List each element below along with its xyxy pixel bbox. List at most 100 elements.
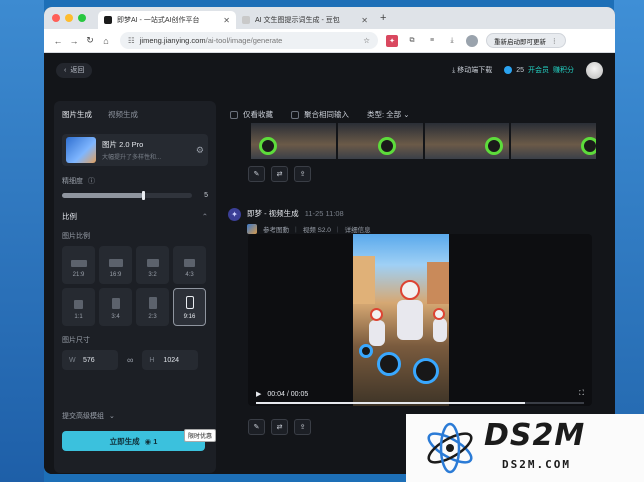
watermark-subtitle: DS2M.COM [502, 458, 571, 471]
ratio-section-header[interactable]: 比例 ⌃ [54, 211, 216, 222]
home-icon[interactable]: ⌂ [98, 36, 114, 46]
details-link[interactable]: 详细信息 [345, 224, 371, 234]
aspect-ratio-icon [74, 300, 83, 309]
merge-same-input-checkbox[interactable]: 聚合相同输入 [291, 109, 349, 120]
close-tab-icon[interactable]: ✕ [223, 16, 230, 25]
mobile-download-link[interactable]: ⤓ 移动端下载 [452, 65, 492, 75]
generate-cost-value: 1 [153, 436, 158, 446]
aspect-ratio-icon [70, 260, 87, 267]
close-tab-icon[interactable]: ✕ [361, 16, 368, 25]
checkbox-box [230, 110, 238, 119]
credit-coin-icon [504, 66, 513, 74]
media-controls-icon[interactable]: ≡ [426, 35, 438, 47]
ratio-option-21-9[interactable]: 21:9 [62, 246, 95, 284]
reload-icon[interactable]: ↻ [82, 35, 98, 46]
regenerate-icon[interactable]: ⇄ [271, 419, 288, 435]
ratio-option-label: 9:16 [183, 314, 196, 320]
credits-display[interactable]: 25 开会员 赚积分 [504, 65, 574, 75]
aspect-ratio-icon [108, 259, 123, 267]
helmet-graphic [370, 308, 383, 321]
video-player[interactable]: ▶ 00:04 / 00:05 ⛶ [248, 234, 592, 406]
download-icon[interactable]: ⤓ [446, 35, 458, 47]
reference-image-label[interactable]: 参考图動 [263, 224, 289, 234]
previous-result-actions: ✎ ⇄ ⇪ [248, 166, 311, 182]
mode-tabs: 图片生成 视频生成 [54, 101, 216, 120]
membership-link[interactable]: 开会员 [528, 65, 549, 75]
edit-pencil-icon[interactable]: ✎ [248, 166, 265, 182]
ratio-option-label: 3:4 [111, 314, 120, 320]
bookmark-star-icon[interactable]: ☆ [363, 36, 370, 45]
ratio-option-9-16[interactable]: 9:16 [173, 288, 206, 326]
height-value: 1024 [163, 356, 179, 364]
profile-avatar-icon[interactable] [466, 34, 478, 47]
ratio-option-2-3[interactable]: 2:3 [136, 288, 169, 326]
width-value: 576 [83, 356, 95, 364]
info-icon[interactable]: ⓘ [88, 178, 95, 185]
new-tab-icon[interactable]: + [380, 12, 386, 24]
tab-label: 即梦AI - 一站式AI创作平台 [117, 17, 200, 24]
tab-doubao[interactable]: AI 文生图提示词生成 - 豆包 ✕ [236, 11, 374, 29]
divider: | [336, 225, 339, 233]
advanced-toggle[interactable]: 提交高级模组 ⌄ [54, 411, 123, 421]
helmet-graphic [400, 280, 420, 300]
generate-cost: ◉ 1 [145, 437, 158, 446]
aspect-ratio-icon [111, 298, 120, 309]
tab-jimeng[interactable]: 即梦AI - 一站式AI创作平台 ✕ [98, 11, 236, 29]
reference-image-thumbnail[interactable] [247, 224, 257, 234]
ratio-option-1-1[interactable]: 1:1 [62, 288, 95, 326]
height-input[interactable]: H 1024 [142, 350, 199, 370]
favorites-only-checkbox[interactable]: 仅看收藏 [230, 109, 273, 120]
export-upload-icon[interactable]: ⇪ [294, 166, 311, 182]
tab-image-generation[interactable]: 图片生成 [62, 109, 92, 120]
back-button[interactable]: ‹ 返回 [56, 62, 93, 78]
ratio-option-3-2[interactable]: 3:2 [136, 246, 169, 284]
type-filter-dropdown[interactable]: 类型: 全部 ⌄ [367, 109, 410, 120]
atom-logo-icon [427, 422, 473, 474]
play-icon[interactable]: ▶ [256, 390, 261, 398]
ratio-option-4-3[interactable]: 4:3 [173, 246, 206, 284]
model-selector[interactable]: 图片 2.0 Pro 大幅提升了多样性和... ⚙ [62, 134, 208, 166]
minimize-window-button[interactable] [65, 14, 73, 22]
jimeng-favicon-icon [104, 16, 112, 24]
wheel-graphic [377, 137, 396, 155]
width-input[interactable]: W 576 [62, 350, 118, 370]
earn-points-link[interactable]: 赚积分 [553, 65, 574, 75]
close-window-button[interactable] [52, 14, 60, 22]
video-progress-fill [256, 402, 525, 404]
extension-red-icon[interactable]: ✦ [386, 34, 398, 47]
forward-arrow-icon[interactable]: → [66, 36, 82, 46]
link-ratio-icon[interactable]: ∞ [127, 355, 133, 365]
settings-sliders-icon[interactable]: ⚙ [196, 145, 204, 156]
wheel-graphic [413, 358, 439, 384]
astronaut-graphic [397, 300, 423, 340]
result-thumbnail[interactable] [251, 123, 336, 159]
regenerate-icon[interactable]: ⇄ [271, 166, 288, 182]
detail-slider-row: 5 [54, 191, 216, 200]
building-graphic [353, 256, 375, 304]
building-graphic [427, 262, 449, 304]
detail-slider-handle[interactable] [141, 191, 145, 200]
app-page: ‹ 返回 ⤓ 移动端下载 25 开会员 赚积分 图片生成 视频生成 图片 2.0… [44, 53, 615, 474]
ratio-option-16-9[interactable]: 16:9 [99, 246, 132, 284]
result-thumbnail[interactable] [424, 123, 510, 159]
result-thumbnail[interactable] [337, 123, 423, 159]
wheel-graphic [359, 344, 373, 358]
result-thumbnail[interactable] [511, 123, 596, 159]
video-progress-bar[interactable] [256, 402, 584, 404]
back-arrow-icon[interactable]: ← [50, 36, 66, 46]
tab-video-generation[interactable]: 视频生成 [108, 109, 138, 120]
more-menu-icon[interactable]: ⋮ [551, 37, 558, 45]
export-upload-icon[interactable]: ⇪ [294, 419, 311, 435]
ratio-option-3-4[interactable]: 3:4 [99, 288, 132, 326]
app-header: ‹ 返回 ⤓ 移动端下载 25 开会员 赚积分 [44, 53, 615, 87]
address-bar[interactable]: ☷ jimeng.jianying.com /ai-tool/image/gen… [120, 32, 378, 49]
update-button[interactable]: 重新启动即可更新 ⋮ [486, 33, 566, 48]
fullscreen-icon[interactable]: ⛶ [579, 390, 584, 398]
edit-pencil-icon[interactable]: ✎ [248, 419, 265, 435]
ratio-option-label: 2:3 [148, 314, 157, 320]
extensions-puzzle-icon[interactable]: ⧉ [406, 35, 418, 47]
site-info-icon[interactable]: ☷ [128, 36, 135, 45]
user-avatar[interactable] [586, 61, 603, 79]
zoom-window-button[interactable] [78, 14, 86, 22]
detail-slider[interactable] [62, 191, 192, 200]
